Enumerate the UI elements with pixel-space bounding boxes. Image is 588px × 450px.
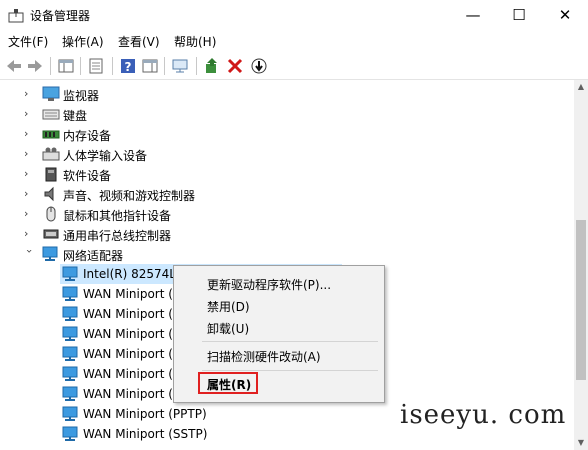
menu-file[interactable]: 文件(F) [8,33,48,50]
tree-category-mouse[interactable]: › 鼠标和其他指针设备 [0,204,574,224]
device-manager-app-icon [8,9,24,23]
network-adapter-icon [62,426,78,441]
scrollbar-thumb[interactable] [576,220,586,380]
toolbar-separator [80,57,81,75]
menu-view[interactable]: 查看(V) [118,33,160,50]
tree-category-sound[interactable]: › 声音、视频和游戏控制器 [0,184,574,204]
menu-separator [202,370,378,371]
uninstall-x-icon[interactable] [225,56,245,76]
menu-separator [202,341,378,342]
chevron-right-icon[interactable]: › [24,127,34,141]
toolbar: ? [0,53,588,80]
console-tree-icon[interactable] [56,56,76,76]
tree-device-label: Intel(R) 82574L [83,267,176,281]
tree-device-label: WAN Miniport ( [83,367,173,381]
minimize-button[interactable]: — [450,0,496,30]
toolbar-separator [196,57,197,75]
tree-category-keyboards[interactable]: › 键盘 [0,104,574,124]
usb-icon [43,229,59,239]
tree-device-label: WAN Miniport ( [83,347,173,361]
tree-category-label: 内存设备 [63,129,112,143]
chevron-down-icon[interactable]: › [22,249,36,259]
chevron-right-icon[interactable]: › [24,107,34,121]
maximize-button[interactable]: ☐ [496,0,542,30]
tree-category-memory[interactable]: › 内存设备 [0,124,574,144]
chevron-right-icon[interactable]: › [24,147,34,161]
tree-category-usb[interactable]: › 通用串行总线控制器 [0,224,574,244]
properties-sheet-icon[interactable] [86,56,106,76]
tree-category-label: 人体学输入设备 [63,149,148,163]
scan-hardware-icon[interactable] [170,56,190,76]
network-adapter-icon [62,346,78,361]
speaker-icon [44,186,54,202]
vertical-scrollbar[interactable]: ▲ ▼ [574,80,588,450]
tree-category-label: 鼠标和其他指针设备 [63,209,172,223]
menu-help[interactable]: 帮助(H) [174,33,216,50]
tree-device-label: WAN Miniport ( [83,327,173,341]
properties-highlight-box [198,372,258,394]
chevron-right-icon[interactable]: › [24,227,34,241]
menu-bar: 文件(F) 操作(A) 查看(V) 帮助(H) [0,30,588,52]
monitor-icon [42,86,60,101]
context-disable[interactable]: 禁用(D) [207,298,250,315]
tree-category-monitors[interactable]: › 监视器 [0,84,574,104]
back-arrow-icon[interactable] [4,56,24,76]
network-adapter-icon [62,306,78,321]
memory-icon [42,130,60,139]
network-adapter-icon [62,326,78,341]
chevron-right-icon[interactable]: › [24,87,34,101]
keyboard-icon [42,109,60,120]
toolbar-separator [50,57,51,75]
tree-category-network-adapters[interactable]: › 网络适配器 [0,244,574,264]
network-adapter-icon [42,246,58,261]
tree-category-software-devices[interactable]: › 软件设备 [0,164,574,184]
context-uninstall[interactable]: 卸载(U) [207,320,249,337]
forward-arrow-icon[interactable] [25,56,45,76]
network-adapter-icon [62,266,78,281]
tree-device-label: WAN Miniport ( [83,387,173,401]
tree-category-hid[interactable]: › 人体学输入设备 [0,144,574,164]
tree-category-label: 键盘 [63,109,88,123]
tree-device-label: WAN Miniport ( [83,287,173,301]
watermark: iseeyu. com [400,400,567,430]
tree-category-label: 声音、视频和游戏控制器 [63,189,196,203]
tree-device-label: WAN Miniport (SSTP) [83,427,208,441]
tree-device-label: WAN Miniport ( [83,307,173,321]
update-driver-icon[interactable] [202,56,222,76]
scroll-up-arrow-icon[interactable]: ▲ [574,80,588,94]
svg-text:?: ? [125,60,132,74]
enable-device-icon[interactable] [249,56,269,76]
tree-device-label: WAN Miniport (PPTP) [83,407,207,421]
network-adapter-icon [62,386,78,401]
scroll-down-arrow-icon[interactable]: ▼ [574,436,588,450]
network-adapter-icon [62,286,78,301]
menu-action[interactable]: 操作(A) [62,33,104,50]
chevron-right-icon[interactable]: › [24,207,34,221]
network-adapter-icon [62,366,78,381]
close-button[interactable]: ✕ [542,0,588,30]
help-icon[interactable]: ? [118,56,138,76]
context-update-driver[interactable]: 更新驱动程序软件(P)... [207,276,331,293]
chevron-right-icon[interactable]: › [24,167,34,181]
context-menu: 更新驱动程序软件(P)... 禁用(D) 卸载(U) 扫描检测硬件改动(A) 属… [173,265,385,403]
toolbar-separator [112,57,113,75]
software-device-icon [45,167,57,182]
toolbar-separator [164,57,165,75]
tree-category-label: 通用串行总线控制器 [63,229,172,243]
network-adapter-icon [62,406,78,421]
mouse-icon [46,206,56,222]
tree-category-label: 网络适配器 [63,249,124,263]
tree-category-label: 软件设备 [63,169,112,183]
tree-category-label: 监视器 [63,89,100,103]
hid-icon [42,147,60,161]
show-hide-pane-icon[interactable] [140,56,160,76]
title-bar: 设备管理器 — ☐ ✕ [0,0,588,30]
context-scan-hardware[interactable]: 扫描检测硬件改动(A) [207,348,321,365]
chevron-right-icon[interactable]: › [24,187,34,201]
window-title: 设备管理器 [30,9,91,23]
